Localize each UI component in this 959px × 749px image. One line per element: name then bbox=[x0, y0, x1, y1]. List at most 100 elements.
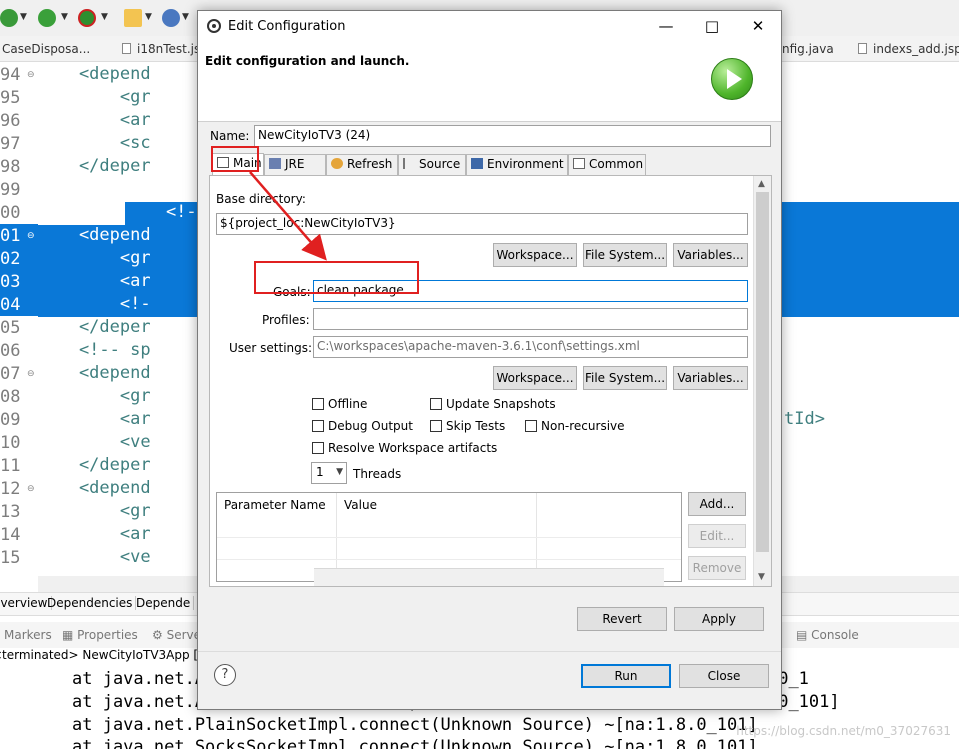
name-input[interactable]: NewCityIoTV3 (24) bbox=[254, 125, 771, 147]
non-recursive-label: Non-recursive bbox=[541, 419, 625, 433]
scrollbar-thumb[interactable] bbox=[756, 192, 769, 552]
minimize-button[interactable]: — bbox=[643, 11, 689, 42]
dialog-titlebar[interactable]: Edit Configuration — □ ✕ bbox=[198, 11, 781, 42]
column-header-parameter[interactable]: Parameter Name bbox=[224, 498, 326, 512]
fold-icon[interactable]: ⊖ bbox=[27, 231, 35, 241]
annotation-box-goals bbox=[254, 261, 419, 294]
offline-checkbox[interactable]: Offline bbox=[312, 397, 367, 411]
chevron-down-icon[interactable]: ▼ bbox=[20, 12, 27, 22]
line-number: 03 bbox=[0, 272, 21, 292]
variables-button[interactable]: Variables... bbox=[673, 243, 748, 267]
line-number: 14 bbox=[0, 525, 21, 545]
console-line: at java.net.SocksSocketImpl.connect(Unkn… bbox=[72, 737, 758, 749]
scroll-up-icon[interactable]: ▲ bbox=[758, 179, 765, 189]
tab-servers[interactable]: ⚙ Serve bbox=[152, 628, 201, 642]
workspace-button[interactable]: Workspace... bbox=[493, 243, 577, 267]
run-icon[interactable] bbox=[38, 9, 56, 27]
edit-parameter-button[interactable]: Edit... bbox=[688, 524, 746, 548]
editor-tab[interactable]: indexs_add.jsp bbox=[858, 42, 959, 56]
line-number: 13 bbox=[0, 502, 21, 522]
checkbox-box bbox=[430, 420, 442, 432]
base-directory-label: Base directory: bbox=[216, 192, 306, 206]
chevron-down-icon[interactable]: ▼ bbox=[145, 12, 152, 22]
line-number: 02 bbox=[0, 249, 21, 269]
chevron-down-icon[interactable]: ▼ bbox=[182, 12, 189, 22]
profiles-input[interactable] bbox=[313, 308, 748, 330]
skip-tests-checkbox[interactable]: Skip Tests bbox=[430, 419, 505, 433]
line-number: 11 bbox=[0, 456, 21, 476]
new-wizard-icon[interactable] bbox=[124, 9, 142, 27]
web-browser-icon[interactable] bbox=[162, 9, 180, 27]
line-number: 00 bbox=[0, 203, 21, 223]
checkbox-box bbox=[312, 420, 324, 432]
code-fragment-right: tId> bbox=[784, 409, 825, 429]
tab-console[interactable]: ▤ Console bbox=[796, 628, 859, 642]
tab-jre[interactable]: JRE bbox=[264, 154, 326, 175]
dialog-header: Edit configuration and launch. bbox=[198, 42, 781, 122]
line-number: 05 bbox=[0, 318, 21, 338]
tab-common[interactable]: Common bbox=[568, 154, 646, 175]
tab-dependencies[interactable]: Dependencies bbox=[44, 596, 137, 610]
fold-icon[interactable]: ⊖ bbox=[27, 484, 35, 494]
user-settings-label: User settings: bbox=[229, 341, 313, 355]
tab-refresh[interactable]: Refresh bbox=[326, 154, 398, 175]
user-settings-input[interactable]: C:\workspaces\apache-maven-3.6.1\conf\se… bbox=[313, 336, 748, 358]
chevron-down-icon[interactable]: ▼ bbox=[61, 12, 68, 22]
revert-button[interactable]: Revert bbox=[577, 607, 667, 631]
tab-environment[interactable]: Environment bbox=[466, 154, 568, 175]
console-line: at java.net.PlainSocketImpl.connect(Unkn… bbox=[72, 715, 758, 735]
common-icon bbox=[573, 158, 585, 169]
table-row[interactable] bbox=[217, 537, 681, 559]
panel-horizontal-scrollbar[interactable] bbox=[314, 568, 664, 586]
skip-tests-label: Skip Tests bbox=[446, 419, 506, 433]
variables-button-settings[interactable]: Variables... bbox=[673, 366, 748, 390]
file-system-button[interactable]: File System... bbox=[583, 243, 667, 267]
update-snapshots-label: Update Snapshots bbox=[446, 397, 556, 411]
threads-select[interactable]: 1 ▼ bbox=[311, 462, 347, 484]
workspace-button-settings[interactable]: Workspace... bbox=[493, 366, 577, 390]
tab-source-label: Source bbox=[419, 157, 461, 171]
base-directory-input[interactable]: ${project_loc:NewCityIoTV3} bbox=[216, 213, 748, 235]
run-button[interactable]: Run bbox=[581, 664, 671, 688]
tab-servers-label: Serve bbox=[166, 628, 201, 642]
tab-properties[interactable]: ▦ Properties bbox=[62, 628, 138, 642]
editor-tab[interactable]: CaseDisposa... bbox=[2, 42, 90, 56]
panel-vertical-scrollbar[interactable]: ▲ ▼ bbox=[753, 176, 771, 586]
tab-properties-label: Properties bbox=[77, 628, 138, 642]
scroll-down-icon[interactable]: ▼ bbox=[758, 572, 765, 582]
close-window-button[interactable]: ✕ bbox=[735, 11, 781, 42]
remove-parameter-button[interactable]: Remove bbox=[688, 556, 746, 580]
tab-source[interactable]: Source bbox=[398, 154, 466, 175]
file-icon bbox=[858, 43, 867, 54]
line-number: 01 bbox=[0, 226, 21, 246]
resolve-workspace-checkbox[interactable]: Resolve Workspace artifacts bbox=[312, 441, 497, 455]
apply-button[interactable]: Apply bbox=[674, 607, 764, 631]
update-snapshots-checkbox[interactable]: Update Snapshots bbox=[430, 397, 556, 411]
fold-icon[interactable]: ⊖ bbox=[27, 369, 35, 379]
close-button[interactable]: Close bbox=[679, 664, 769, 688]
editor-tab[interactable]: nfig.java bbox=[782, 42, 834, 56]
dialog-header-text: Edit configuration and launch. bbox=[205, 54, 410, 68]
editor-tab[interactable]: i18nTest.jsp bbox=[122, 42, 208, 56]
main-tab-panel: Base directory: ${project_loc:NewCityIoT… bbox=[209, 175, 772, 587]
editor-tab-label: indexs_add.jsp bbox=[873, 42, 959, 56]
debug-output-checkbox[interactable]: Debug Output bbox=[312, 419, 413, 433]
external-tools-icon[interactable] bbox=[78, 9, 96, 27]
chevron-down-icon[interactable]: ▼ bbox=[101, 12, 108, 22]
help-icon[interactable]: ? bbox=[214, 664, 236, 686]
tab-dependency-hierarchy[interactable]: Depende bbox=[133, 596, 195, 610]
profiles-label: Profiles: bbox=[262, 313, 310, 327]
launch-run-icon bbox=[711, 58, 753, 100]
line-number: 04 bbox=[0, 295, 21, 315]
annotation-box-main-tab bbox=[211, 146, 259, 172]
file-system-button-settings[interactable]: File System... bbox=[583, 366, 667, 390]
name-label: Name: bbox=[210, 129, 250, 143]
non-recursive-checkbox[interactable]: Non-recursive bbox=[525, 419, 625, 433]
column-header-value[interactable]: Value bbox=[344, 498, 377, 512]
tab-markers[interactable]: Markers bbox=[4, 628, 52, 642]
add-parameter-button[interactable]: Add... bbox=[688, 492, 746, 516]
edit-configuration-dialog: Edit Configuration — □ ✕ Edit configurat… bbox=[197, 10, 782, 710]
checkbox-box bbox=[430, 398, 442, 410]
maximize-button[interactable]: □ bbox=[689, 11, 735, 42]
debug-icon[interactable] bbox=[0, 9, 18, 27]
